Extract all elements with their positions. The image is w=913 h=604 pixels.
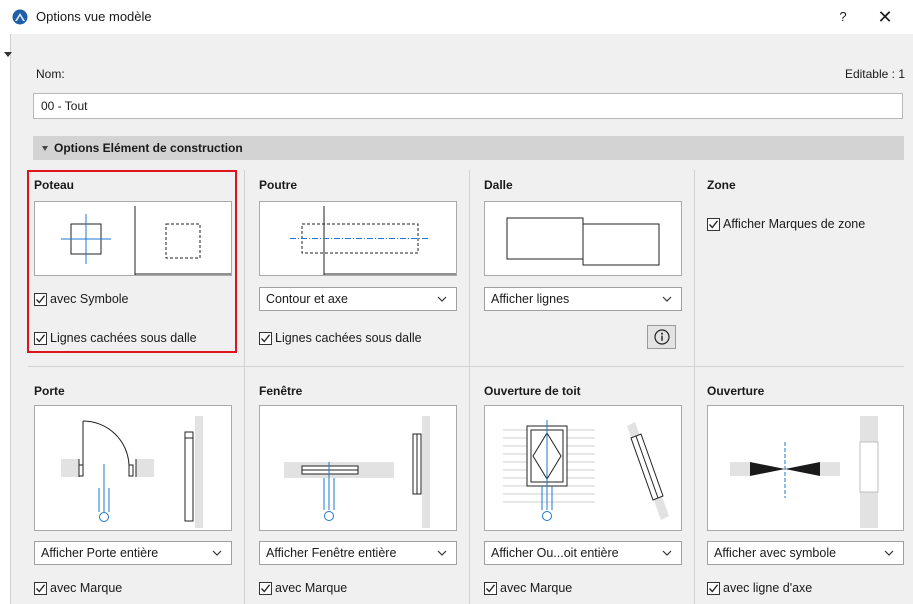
window-title: Options vue modèle — [36, 9, 152, 24]
ouverture-toit-preview — [484, 405, 682, 531]
ouverture-display-select[interactable]: Afficher avec symbole — [707, 541, 904, 565]
fenetre-preview — [259, 405, 457, 531]
chevron-down-icon — [662, 550, 672, 556]
chevron-down-icon — [884, 550, 894, 556]
porte-mark-checkbox[interactable]: avec Marque — [34, 581, 122, 595]
archicad-icon — [12, 9, 28, 25]
ouverture-toit-display-select[interactable]: Afficher Ou...oit entière — [484, 541, 682, 565]
close-button[interactable]: ✕ — [872, 6, 898, 28]
checkbox-label: Afficher Marques de zone — [723, 217, 866, 231]
section-header[interactable]: Options Elément de construction — [33, 136, 904, 160]
dalle-display-select[interactable]: Afficher lignes — [484, 287, 682, 311]
poutre-preview — [259, 201, 457, 276]
porte-preview — [34, 405, 232, 531]
checkmark-icon[interactable] — [34, 581, 47, 595]
chevron-down-icon — [437, 550, 447, 556]
grid-divider — [244, 170, 245, 604]
fenetre-display-select[interactable]: Afficher Fenêtre entière — [259, 541, 457, 565]
select-value: Afficher Ou...oit entière — [491, 546, 619, 560]
select-value: Afficher avec symbole — [714, 546, 837, 560]
poutre-display-select[interactable]: Contour et axe — [259, 287, 457, 311]
section-title: Options Elément de construction — [54, 141, 243, 155]
checkmark-icon[interactable] — [707, 217, 720, 231]
help-button[interactable]: ? — [832, 6, 854, 28]
checkmark-icon[interactable] — [707, 581, 720, 595]
name-input[interactable]: 00 - Tout — [33, 93, 903, 119]
poutre-hidden-lines-checkbox[interactable]: Lignes cachées sous dalle — [259, 331, 422, 345]
ouverture-toit-title: Ouverture de toit — [484, 384, 581, 398]
dalle-title: Dalle — [484, 178, 513, 192]
name-label: Nom: — [36, 67, 65, 81]
checkmark-icon[interactable] — [484, 581, 497, 595]
porte-display-select[interactable]: Afficher Porte entière — [34, 541, 232, 565]
checkbox-label: avec ligne d'axe — [723, 581, 813, 595]
poutre-title: Poutre — [259, 178, 298, 192]
grid-divider — [469, 170, 470, 604]
ouverture-toit-mark-checkbox[interactable]: avec Marque — [484, 581, 572, 595]
grid-divider — [28, 366, 904, 367]
ouverture-axis-checkbox[interactable]: avec ligne d'axe — [707, 581, 812, 595]
ouverture-preview — [707, 405, 904, 531]
select-value: Afficher Fenêtre entière — [266, 546, 397, 560]
checkmark-icon[interactable] — [259, 331, 272, 345]
dalle-preview — [484, 201, 682, 276]
chevron-down-icon — [42, 145, 48, 151]
info-button[interactable] — [647, 325, 676, 349]
title-bar: Options vue modèle ? ✕ — [0, 0, 913, 34]
checkbox-label: avec Marque — [500, 581, 573, 595]
select-value: Afficher lignes — [491, 292, 570, 306]
zone-title: Zone — [707, 178, 736, 192]
editable-label: Editable : 1 — [844, 67, 905, 81]
grid-divider — [694, 170, 695, 604]
highlight-frame — [27, 170, 237, 353]
ouverture-title: Ouverture — [707, 384, 765, 398]
checkbox-label: Lignes cachées sous dalle — [275, 331, 422, 345]
chevron-down-icon — [437, 296, 447, 302]
chevron-down-icon — [212, 550, 222, 556]
select-value: Contour et axe — [266, 292, 348, 306]
checkbox-label: avec Marque — [50, 581, 123, 595]
porte-title: Porte — [34, 384, 65, 398]
fenetre-mark-checkbox[interactable]: avec Marque — [259, 581, 347, 595]
info-icon — [654, 329, 670, 345]
fenetre-title: Fenêtre — [259, 384, 303, 398]
checkmark-icon[interactable] — [259, 581, 272, 595]
select-value: Afficher Porte entière — [41, 546, 159, 560]
checkbox-label: avec Marque — [275, 581, 348, 595]
zone-marks-checkbox[interactable]: Afficher Marques de zone — [707, 217, 865, 231]
collapse-arrow-icon[interactable] — [4, 52, 12, 57]
chevron-down-icon — [662, 296, 672, 302]
